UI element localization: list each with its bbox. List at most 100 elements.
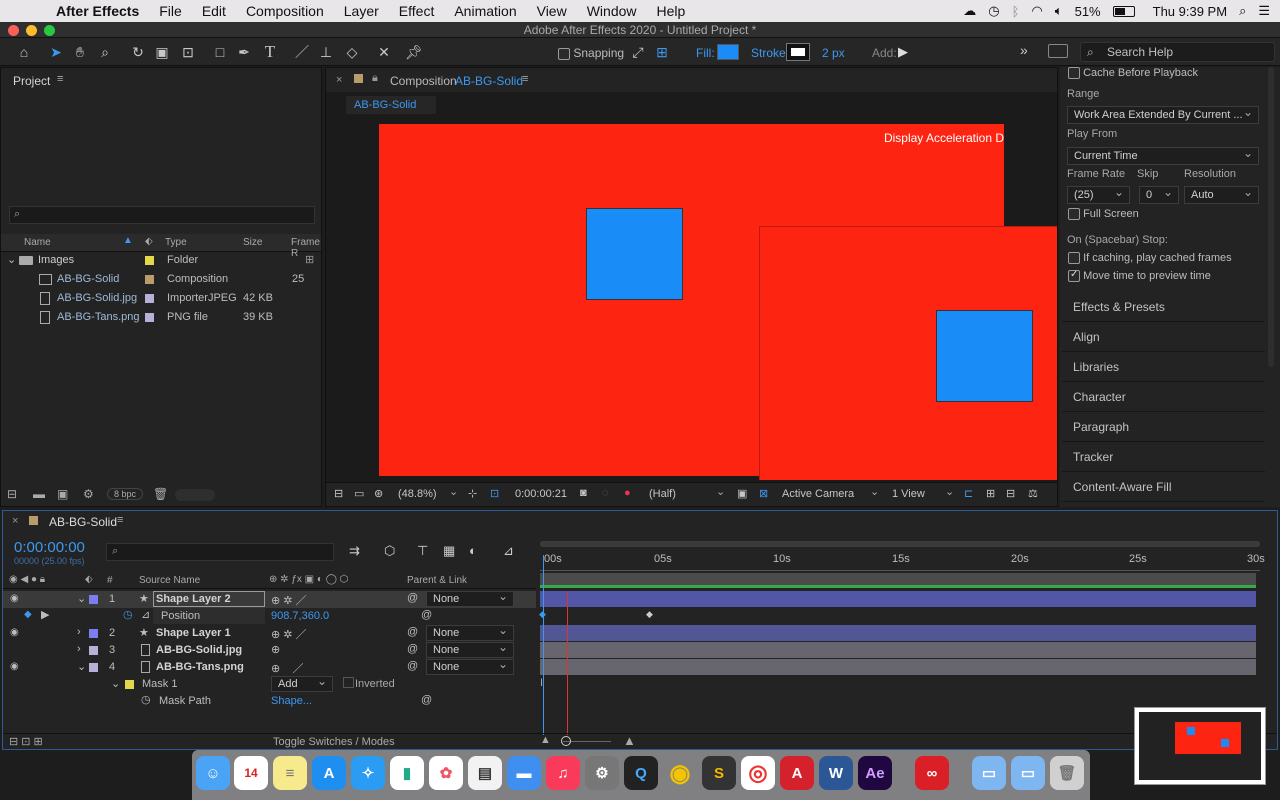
label-color-swatch[interactable] <box>145 313 154 322</box>
label-tag-icon[interactable]: ⬖ <box>145 236 153 247</box>
if-caching-checkbox[interactable] <box>1068 252 1080 265</box>
flowchart-icon[interactable]: ⊞ <box>305 252 314 269</box>
fill-label[interactable]: Fill: <box>696 46 715 60</box>
blue-square-shape[interactable] <box>936 310 1033 402</box>
layer-switch-icons[interactable]: ⊕ ✲ ／ <box>271 592 307 608</box>
downloads-folder-dock-icon[interactable]: ▭ <box>1011 756 1045 790</box>
label-color-swatch[interactable] <box>89 595 98 604</box>
snapping-checkbox[interactable] <box>558 47 570 60</box>
label-tag-icon[interactable]: ⬖ <box>85 574 93 585</box>
workspace-icon[interactable] <box>1048 44 1068 58</box>
stopwatch-icon[interactable]: ◷ <box>141 693 151 706</box>
snap-edge-icon[interactable]: ⤢ <box>628 42 648 62</box>
layer-row-1[interactable]: ◉ ⌄ 1 ★ Shape Layer 2 ⊕ ✲ ／ @ None <box>3 589 536 608</box>
lock-icon[interactable]: 🔒︎ <box>372 72 378 85</box>
project-settings-icon[interactable]: ⚙ <box>83 487 94 501</box>
comp-sub-tab[interactable]: AB-BG-Solid <box>346 96 436 114</box>
mask-path-value[interactable]: Shape... <box>271 695 312 707</box>
play-from-dropdown[interactable]: Current Time <box>1067 145 1259 165</box>
rectangle-tool-icon[interactable]: □ <box>210 42 230 62</box>
zoom-slider-thumb[interactable] <box>561 736 571 746</box>
zoom-dropdown[interactable]: (48.8%) <box>398 488 437 500</box>
project-item-jpg[interactable]: AB-BG-Solid.jpg ImporterJPEG 42 KB <box>1 290 321 307</box>
photos-dock-icon[interactable]: ✿ <box>429 756 463 790</box>
label-color-swatch[interactable] <box>145 256 154 265</box>
stroke-width[interactable]: 2 px <box>822 46 845 60</box>
chrome-dock-icon[interactable]: ◎ <box>741 756 775 790</box>
disclosure-triangle-icon[interactable]: ⌄ <box>7 252 16 269</box>
panel-menu-icon[interactable]: ≡ <box>57 73 63 85</box>
pickwhip-icon[interactable]: @ <box>407 626 418 638</box>
label-color-swatch[interactable] <box>145 294 154 303</box>
sublime-text-dock-icon[interactable]: S <box>702 756 736 790</box>
minimize-window-button[interactable] <box>26 25 37 36</box>
quicktime-dock-icon[interactable]: Q <box>624 756 658 790</box>
frame-rate-dropdown[interactable]: (25) <box>1067 184 1130 204</box>
layer-4-track[interactable] <box>540 659 1256 675</box>
project-search-input[interactable]: ⌕ <box>9 206 315 224</box>
menu-file[interactable]: File <box>149 3 192 19</box>
thumbnail-slider[interactable] <box>175 489 215 501</box>
pickwhip-icon[interactable]: @ <box>407 592 418 604</box>
hand-tool-icon[interactable]: ✋︎ <box>70 42 90 62</box>
show-snapshot-icon[interactable]: ◌ <box>602 487 609 499</box>
applications-folder-dock-icon[interactable]: ▭ <box>972 756 1006 790</box>
label-color-swatch[interactable] <box>89 646 98 655</box>
volume-icon[interactable]: 🔈︎ <box>1055 3 1063 19</box>
time-machine-icon[interactable]: ◷ <box>988 3 999 19</box>
time-navigator[interactable] <box>540 541 1260 547</box>
col-size[interactable]: Size <box>243 237 262 248</box>
project-panel-title[interactable]: Project <box>13 74 50 88</box>
creative-cloud-icon[interactable]: ☁ <box>963 3 976 19</box>
clock[interactable]: Thu 9:39 PM <box>1147 4 1227 19</box>
mask-row[interactable]: ⌄ Mask 1 Add Inverted <box>3 674 536 693</box>
snapshot-icon[interactable]: ◙ <box>580 487 587 499</box>
mask-name[interactable]: Mask 1 <box>142 678 177 690</box>
toggle-switches-modes-button[interactable]: Toggle Switches / Modes <box>273 736 395 748</box>
screenshot-thumbnail[interactable] <box>1134 707 1266 785</box>
work-area-bar[interactable] <box>540 573 1256 585</box>
draft-3d-icon[interactable]: ⬡ <box>384 543 395 559</box>
fast-previews-icon[interactable]: ⊏ <box>964 487 973 500</box>
current-time-display[interactable]: 0:00:00:00 <box>14 539 85 556</box>
position-value[interactable]: 908.7,360.0 <box>271 610 329 622</box>
range-dropdown[interactable]: Work Area Extended By Current ... <box>1067 106 1259 124</box>
parent-dropdown[interactable]: None <box>426 640 514 658</box>
layer-switch-icons[interactable]: ⊕ ／ <box>271 660 303 676</box>
zoom-in-icon[interactable]: ▲ <box>623 733 636 748</box>
calendar-dock-icon[interactable]: 14 <box>234 756 268 790</box>
search-help-field[interactable]: ⌕ Search Help <box>1080 42 1275 62</box>
character-panel[interactable]: Character <box>1062 382 1265 412</box>
notification-center-icon[interactable]: ☰ <box>1258 3 1270 19</box>
zoom-tool-icon[interactable]: ⌕ <box>95 42 115 62</box>
menu-animation[interactable]: Animation <box>444 3 526 19</box>
music-dock-icon[interactable]: ♫ <box>546 756 580 790</box>
time-ruler[interactable]: 00s 05s 10s 15s 20s 25s 30s <box>540 551 1265 571</box>
parent-dropdown[interactable]: None <box>426 623 514 641</box>
wifi-icon[interactable]: ◠ <box>1031 3 1042 19</box>
next-keyframe-icon[interactable]: ▶ <box>41 608 49 621</box>
reset-exposure-icon[interactable]: ⚖︎ <box>1028 487 1038 500</box>
pickwhip-icon[interactable]: @ <box>421 694 432 706</box>
align-panel[interactable]: Align <box>1062 322 1265 352</box>
selection-tool-icon[interactable]: ➤ <box>46 42 66 62</box>
new-composition-icon[interactable]: ▣ <box>57 487 68 501</box>
layer-row-4[interactable]: ◉ ⌄ 4 AB-BG-Tans.png ⊕ ／ @ None <box>3 657 536 676</box>
menu-composition[interactable]: Composition <box>236 3 334 19</box>
graph-editor-icon[interactable]: ⊿ <box>503 543 514 559</box>
pickwhip-icon[interactable]: @ <box>421 609 432 621</box>
layer-1-track[interactable] <box>540 591 1256 607</box>
label-color-swatch[interactable] <box>145 275 154 284</box>
roto-brush-tool-icon[interactable]: ✕ <box>374 42 394 62</box>
eye-icon[interactable]: ◉ <box>10 661 19 672</box>
layer-name[interactable]: Shape Layer 2 <box>153 591 265 607</box>
add-menu-icon[interactable]: ▶ <box>898 44 908 60</box>
av-switches-icon[interactable]: ◉ ◀ ● 🔒︎ <box>9 574 45 585</box>
graph-icon[interactable]: ⊿ <box>141 608 150 621</box>
current-time-indicator[interactable] <box>543 555 544 735</box>
clone-stamp-tool-icon[interactable]: ⊥ <box>316 42 336 62</box>
spotlight-icon[interactable]: ⌕ <box>1239 3 1246 19</box>
stroke-swatch[interactable] <box>786 43 810 61</box>
trash-icon[interactable]: 🗑︎ <box>153 487 168 501</box>
pickwhip-icon[interactable]: @ <box>407 643 418 655</box>
